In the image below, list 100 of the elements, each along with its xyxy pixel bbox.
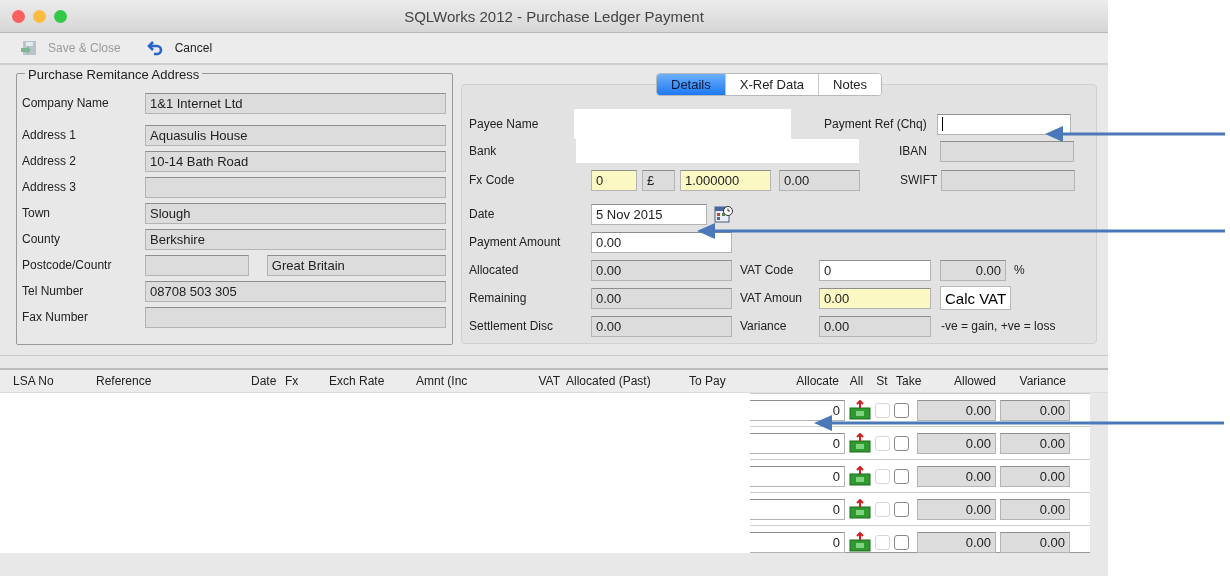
field-label: Date: [469, 207, 496, 221]
checkbox[interactable]: [894, 435, 909, 451]
field-label: VAT Code: [740, 263, 795, 277]
text-field[interactable]: Aquasulis House: [145, 124, 446, 146]
column-header[interactable]: Allowed: [921, 374, 999, 388]
table-cell: 0.00: [1000, 432, 1070, 454]
column-header[interactable]: Variance: [999, 374, 1069, 388]
input-field[interactable]: 0.00: [940, 259, 1006, 281]
checkbox[interactable]: [894, 468, 909, 484]
save-icon: [20, 39, 38, 57]
allocate-field[interactable]: 0: [750, 432, 845, 454]
unit-label: %: [1014, 263, 1025, 277]
input-field[interactable]: 1.000000: [680, 169, 771, 191]
column-header[interactable]: VAT: [512, 374, 563, 388]
field-label: Settlement Disc: [469, 319, 555, 333]
text-field[interactable]: [145, 254, 249, 276]
allocate-all-icon[interactable]: [849, 532, 871, 552]
allocate-field[interactable]: 0: [750, 399, 845, 421]
tab[interactable]: Notes: [818, 74, 882, 95]
table-cell: 0.00: [1000, 498, 1070, 520]
undo-icon: [146, 39, 165, 57]
allocate-all-icon[interactable]: [849, 499, 871, 519]
column-header[interactable]: All: [842, 374, 871, 388]
text-field[interactable]: Berkshire: [145, 228, 446, 250]
field-label: Tel Number: [22, 284, 85, 298]
allocate-all-icon[interactable]: [849, 400, 871, 420]
field-label: Variance: [740, 319, 788, 333]
input-field[interactable]: [940, 140, 1074, 162]
input-field[interactable]: 0.00: [591, 287, 732, 309]
input-field[interactable]: [937, 113, 1071, 135]
field-label: Address 3: [22, 180, 78, 194]
input-field[interactable]: 0.00: [779, 169, 860, 191]
input-field[interactable]: 0.00: [591, 259, 732, 281]
column-header[interactable]: St: [871, 374, 893, 388]
column-header[interactable]: Allocated (Past): [563, 374, 686, 388]
zoom-button[interactable]: [54, 9, 67, 23]
table-cell: 0.00: [917, 498, 996, 520]
field-label: VAT Amoun: [740, 291, 804, 305]
input-field[interactable]: 0.00: [819, 287, 931, 309]
column-header[interactable]: Exch Rate: [326, 374, 413, 388]
column-header[interactable]: Date: [248, 374, 282, 388]
field-label: Postcode/Countr: [22, 258, 113, 272]
hint-text: -ve = gain, +ve = loss: [941, 319, 1056, 333]
table-cell: 0.00: [917, 399, 996, 421]
input-field[interactable]: £: [642, 169, 675, 191]
field-label: Town: [22, 206, 51, 220]
text-field[interactable]: [145, 176, 446, 198]
table-cell: 0.00: [917, 531, 996, 553]
input-field[interactable]: 0.00: [591, 231, 732, 253]
close-button[interactable]: [12, 9, 25, 23]
table-cell: 0.00: [917, 465, 996, 487]
allocate-all-icon[interactable]: [849, 466, 871, 486]
text-field[interactable]: 1&1 Internet Ltd: [145, 92, 446, 114]
column-header[interactable]: LSA No: [10, 374, 93, 388]
field-label: SWIFT: [900, 173, 939, 187]
table-cell: 0.00: [1000, 399, 1070, 421]
field-label: Fax Number: [22, 310, 90, 324]
field-label: Payment Ref (Chq): [824, 117, 928, 131]
column-header[interactable]: Allocate: [782, 374, 842, 388]
field-label: Payee Name: [469, 117, 540, 131]
field-label: Address 1: [22, 128, 78, 142]
table-cell: 0.00: [917, 432, 996, 454]
field-label: IBAN: [899, 144, 928, 158]
column-header[interactable]: Take: [893, 374, 921, 388]
column-header[interactable]: Amnt (Inc: [413, 374, 512, 388]
checkbox[interactable]: [894, 534, 909, 550]
field-label: Payment Amount: [469, 235, 562, 249]
allocate-all-icon[interactable]: [849, 433, 871, 453]
text-field[interactable]: 08708 503 305: [145, 280, 446, 302]
input-field[interactable]: [941, 169, 1075, 191]
column-header[interactable]: Fx: [282, 374, 326, 388]
column-header[interactable]: Reference: [93, 374, 248, 388]
allocate-field[interactable]: 0: [750, 465, 845, 487]
field-label: Allocated: [469, 263, 520, 277]
input-field[interactable]: 0.00: [591, 315, 732, 337]
calendar-icon[interactable]: [714, 204, 734, 224]
text-field[interactable]: [145, 306, 446, 328]
text-field[interactable]: 10-14 Bath Road: [145, 150, 446, 172]
minimize-button[interactable]: [33, 9, 46, 23]
input-field[interactable]: 0: [819, 259, 931, 281]
date-field[interactable]: 5 Nov 2015: [591, 203, 707, 225]
panel-title: Purchase Remitance Address: [25, 67, 203, 82]
table-cell: 0.00: [1000, 465, 1070, 487]
window-title: SQLWorks 2012 - Purchase Ledger Payment: [404, 7, 704, 25]
table-cell: 0.00: [1000, 531, 1070, 553]
checkbox[interactable]: [894, 501, 909, 517]
input-field[interactable]: 0.00: [819, 315, 931, 337]
field-label: County: [22, 232, 62, 246]
calc-vat-button[interactable]: Calc VAT: [940, 286, 1012, 310]
input-field[interactable]: 0: [591, 169, 637, 191]
checkbox[interactable]: [894, 402, 909, 418]
tab[interactable]: Details: [657, 74, 725, 95]
allocate-field[interactable]: 0: [750, 498, 845, 520]
text-field[interactable]: Slough: [145, 202, 446, 224]
text-field[interactable]: Great Britain: [266, 254, 446, 276]
column-header[interactable]: To Pay: [686, 374, 782, 388]
toolbar-button[interactable]: Cancel: [146, 39, 213, 57]
allocate-field[interactable]: 0: [750, 531, 845, 553]
field-label: Address 2: [22, 154, 78, 168]
field-label: Fx Code: [469, 173, 516, 187]
